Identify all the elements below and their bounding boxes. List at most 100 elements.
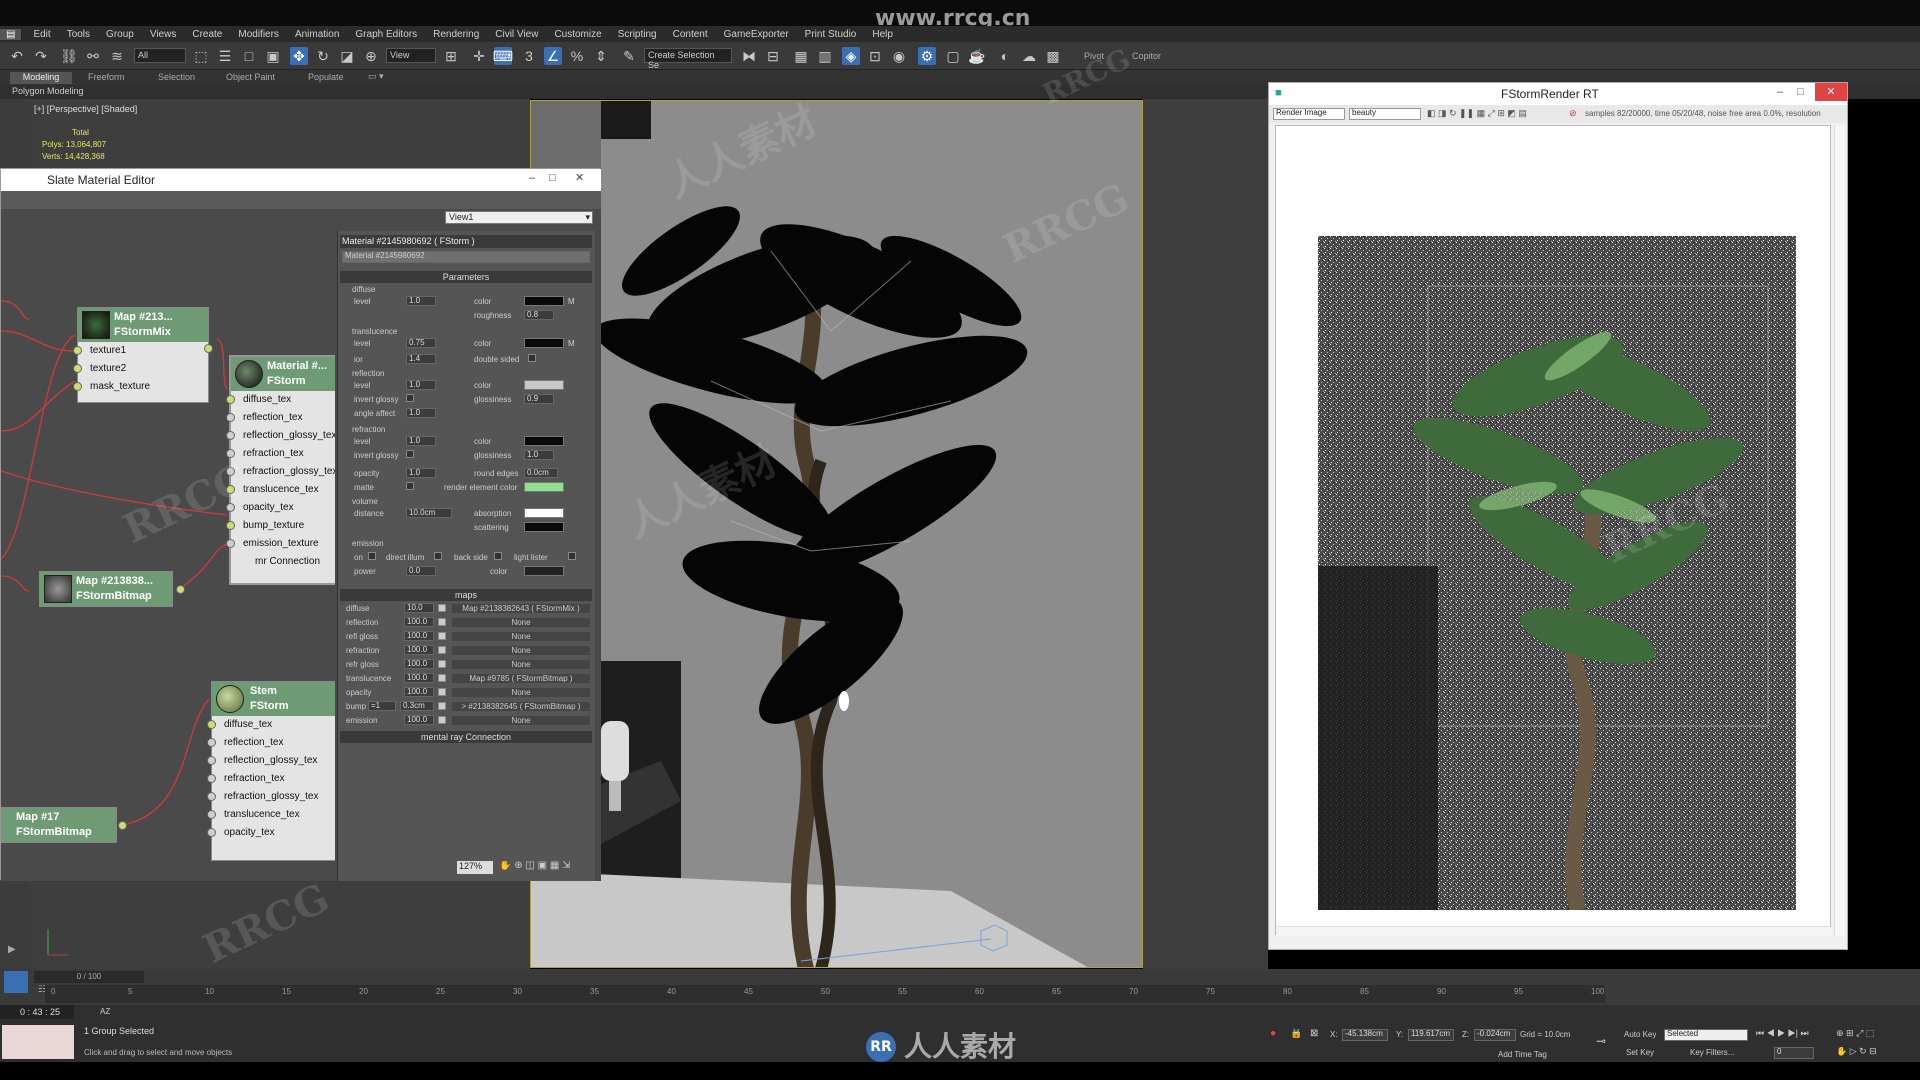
unlink-icon[interactable]: ⚯ xyxy=(84,47,102,65)
map-enable-checkbox[interactable] xyxy=(438,674,446,682)
map-slot-button[interactable]: Map #2138382643 ( FStormMix ) xyxy=(452,604,590,613)
undo-icon[interactable]: ↶ xyxy=(8,47,26,65)
transl-color-swatch[interactable] xyxy=(524,338,564,348)
map-slot-button[interactable]: None xyxy=(452,646,590,655)
menu-modifiers[interactable]: Modifiers xyxy=(230,29,287,40)
set-key-button[interactable]: Set Key xyxy=(1626,1049,1654,1057)
tab-object-paint[interactable]: Object Paint xyxy=(226,73,275,82)
node-material-fstorm[interactable]: Material #... FStorm diffuse_tex reflect… xyxy=(226,355,335,585)
node-map17-bitmap[interactable]: Map #17 FStormBitmap xyxy=(1,807,127,843)
mirror-icon[interactable]: ⧓ xyxy=(740,47,758,65)
scale-icon[interactable]: ◪ xyxy=(338,47,356,65)
map-amount[interactable]: 100.0 xyxy=(404,659,434,669)
maps-rollout[interactable]: maps xyxy=(340,589,592,601)
power-spinner[interactable]: 0.0 xyxy=(406,566,436,576)
time-slider[interactable]: 0 / 100 xyxy=(34,971,144,983)
spinner-snap-icon[interactable]: ⇕ xyxy=(592,47,610,65)
ribbon-toggle-icon[interactable]: ▥ xyxy=(816,47,834,65)
node-fstormbitmap[interactable]: Map #213838... FStormBitmap xyxy=(39,571,185,607)
node-stem-header[interactable]: Stem FStorm xyxy=(212,682,335,716)
render-mode-dropdown[interactable]: Render Image xyxy=(1273,108,1345,120)
node-bitmap-header[interactable]: Map #213838... FStormBitmap xyxy=(40,572,172,606)
key-selection-dropdown[interactable]: Selected xyxy=(1664,1029,1748,1041)
ax-button[interactable]: AZ xyxy=(100,1008,110,1016)
slot-texture1[interactable]: texture1 xyxy=(78,342,126,360)
render-production-icon[interactable]: ☕ xyxy=(968,47,986,65)
bump-mode-dropdown[interactable]: =1 xyxy=(368,701,396,711)
menu-content[interactable]: Content xyxy=(665,29,716,40)
menu-create[interactable]: Create xyxy=(184,29,230,40)
diffuse-level-spinner[interactable]: 1.0 xyxy=(406,296,436,306)
material-name-field[interactable]: Material #2145980692 xyxy=(342,251,590,263)
socket-diffuse[interactable] xyxy=(207,720,216,729)
slot-translucence-tex[interactable]: translucence_tex xyxy=(212,806,300,824)
schematic-view-icon[interactable]: ⊡ xyxy=(866,47,884,65)
timeline-track[interactable]: 0 5 10 15 20 25 30 35 40 45 50 55 60 65 70 75 80 85 90 95 10… xyxy=(45,985,1605,1003)
pivot-center-icon[interactable]: ⊞ xyxy=(442,47,460,65)
percent-snap-icon[interactable]: % xyxy=(568,47,586,65)
map-amount[interactable]: 100.0 xyxy=(404,631,434,641)
viewport-right[interactable] xyxy=(1143,99,1268,969)
ribbon-options-icon[interactable]: ▭ ▾ xyxy=(368,72,384,81)
tab-selection[interactable]: Selection xyxy=(158,73,195,82)
horizontal-scrollbar[interactable] xyxy=(1276,926,1832,936)
window-crossing-icon[interactable]: ▣ xyxy=(264,47,282,65)
slot-reflection-glossy-tex[interactable]: reflection_glossy_tex xyxy=(212,752,317,770)
menu-group[interactable]: Group xyxy=(98,29,142,40)
map-amount[interactable]: 10.0 xyxy=(404,603,434,613)
z-coord-field[interactable]: -0.024cm xyxy=(1474,1029,1516,1041)
map-amount[interactable]: 100.0 xyxy=(404,617,434,627)
maximize-icon[interactable]: □ xyxy=(1797,87,1804,98)
map-slot-button[interactable]: None xyxy=(452,716,590,725)
close-icon[interactable]: ✕ xyxy=(1815,83,1847,101)
socket-translucence[interactable] xyxy=(207,810,216,819)
material-editor-icon[interactable]: ◉ xyxy=(890,47,908,65)
tab-freeform[interactable]: Freeform xyxy=(88,73,125,82)
menu-scripting[interactable]: Scripting xyxy=(610,29,665,40)
align-icon[interactable]: ⊟ xyxy=(764,47,782,65)
menu-views[interactable]: Views xyxy=(142,29,185,40)
slot-reflection-tex[interactable]: reflection_tex xyxy=(212,734,283,752)
menu-edit[interactable]: Edit xyxy=(25,29,58,40)
diffuse-map-button[interactable]: M xyxy=(568,297,575,306)
socket-bump[interactable] xyxy=(226,521,235,530)
socket-output[interactable] xyxy=(118,821,127,830)
socket-output[interactable] xyxy=(176,585,185,594)
light-lister-checkbox[interactable] xyxy=(568,552,576,560)
view-select[interactable]: View1 ▾ xyxy=(445,211,593,224)
maximize-icon[interactable]: □ xyxy=(549,173,556,184)
link-icon[interactable]: ⛓ xyxy=(60,47,78,65)
map-enable-checkbox[interactable] xyxy=(438,618,446,626)
navigation-tools-icon[interactable]: ✋ ⊕ ◫ ▣ ▦ ⇲ xyxy=(499,861,570,871)
layer-toggle-icon[interactable] xyxy=(4,971,28,993)
emission-on-checkbox[interactable] xyxy=(368,552,376,560)
map-slot-button[interactable]: None xyxy=(452,632,590,641)
refr-glossiness-spinner[interactable]: 1.0 xyxy=(524,450,554,460)
socket-refl-glossy[interactable] xyxy=(207,756,216,765)
maxscript-listener[interactable] xyxy=(2,1025,74,1059)
distance-spinner[interactable]: 10.0cm xyxy=(406,508,452,518)
selection-filter-dropdown[interactable]: All xyxy=(134,48,186,63)
viewport-label[interactable]: [+] [Perspective] [Shaded] xyxy=(34,105,137,114)
lock-icon[interactable]: 🔒 xyxy=(1290,1029,1302,1039)
slot-reflection-tex[interactable]: reflection_tex xyxy=(231,409,302,427)
map-amount[interactable]: 100.0 xyxy=(404,645,434,655)
socket-mask-texture[interactable] xyxy=(73,382,82,391)
vertical-scrollbar[interactable] xyxy=(1834,126,1844,936)
matte-checkbox[interactable] xyxy=(406,482,414,490)
tab-modeling[interactable]: Modeling xyxy=(10,72,72,84)
refr-level-spinner[interactable]: 1.0 xyxy=(406,436,436,446)
menu-tools[interactable]: Tools xyxy=(59,29,98,40)
render-element-color-swatch[interactable] xyxy=(524,482,564,492)
angle-snap-icon[interactable]: ∠ xyxy=(544,47,562,65)
transl-map-button[interactable]: M xyxy=(568,339,575,348)
slot-reflection-glossy-tex[interactable]: reflection_glossy_tex xyxy=(231,427,335,445)
render-canvas[interactable] xyxy=(1275,125,1844,936)
reference-coordinate-dropdown[interactable]: View xyxy=(386,48,436,63)
minimize-icon[interactable]: – xyxy=(529,173,535,184)
move-icon[interactable]: ✥ xyxy=(290,47,308,65)
socket-emission[interactable] xyxy=(226,539,235,548)
app-logo-icon[interactable]: ▤ xyxy=(0,28,22,40)
absorption-color-swatch[interactable] xyxy=(524,508,564,518)
slot-emission-texture[interactable]: emission_texture xyxy=(231,535,319,553)
